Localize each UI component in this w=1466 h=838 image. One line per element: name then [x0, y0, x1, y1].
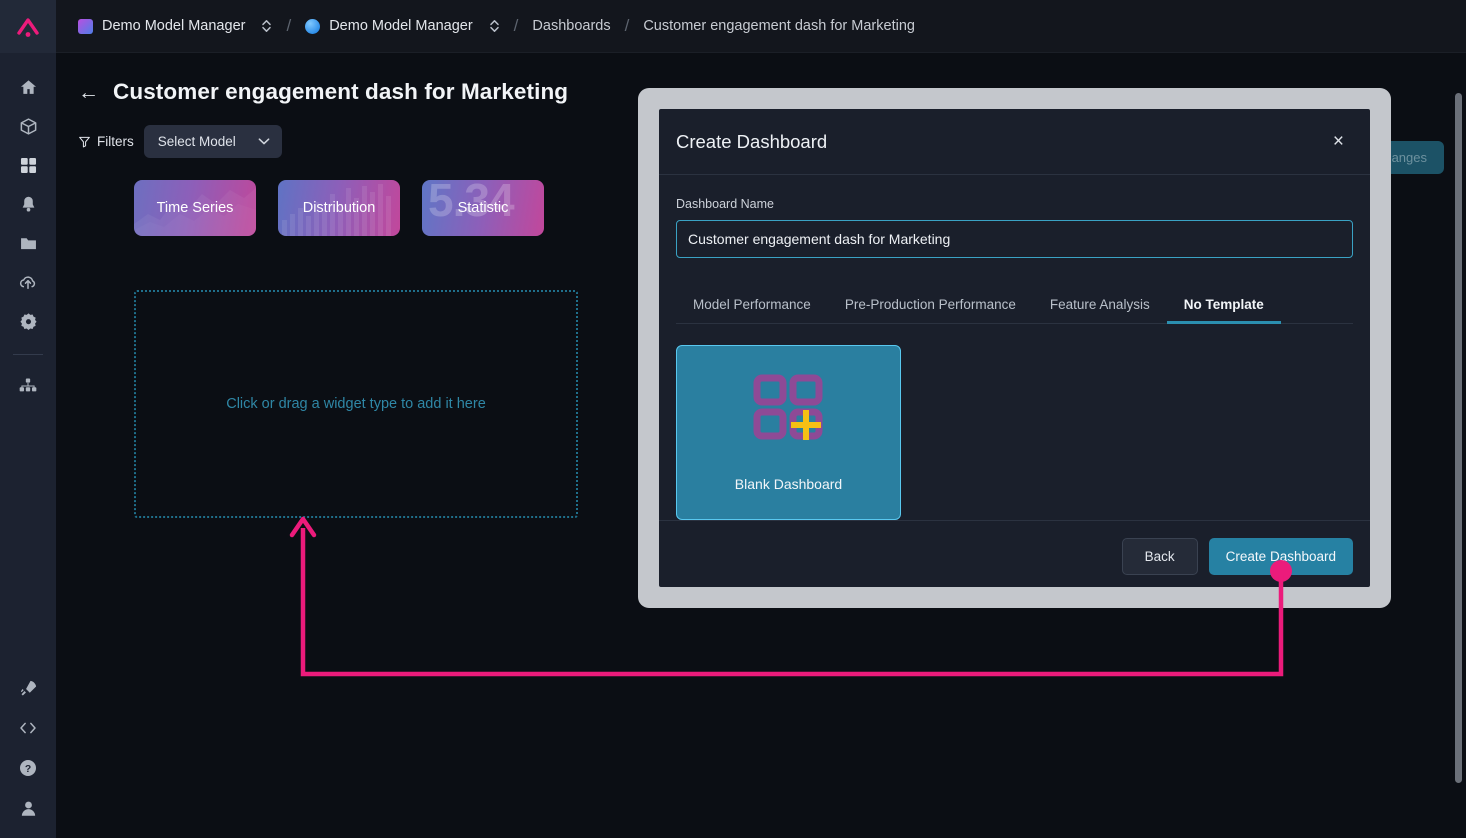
widget-type-distribution[interactable]: Distribution: [278, 180, 400, 236]
sidebar-item-account[interactable]: [11, 796, 45, 820]
template-card-label: Blank Dashboard: [735, 476, 842, 492]
template-tabs: Model Performance Pre-Production Perform…: [676, 291, 1353, 324]
sidebar-item-api[interactable]: [11, 716, 45, 740]
breadcrumb-workspace-label: Demo Model Manager: [102, 18, 245, 34]
back-arrow-icon[interactable]: ←: [78, 82, 99, 103]
project-color-swatch: [305, 19, 320, 34]
sidebar-item-monitors[interactable]: [11, 192, 45, 216]
blank-dashboard-icon: [752, 374, 826, 449]
sidebar-item-dashboards[interactable]: [11, 153, 45, 177]
modal-footer: Back Create Dashboard: [659, 520, 1370, 587]
breadcrumb-separator-3: /: [625, 16, 630, 36]
tab-pre-production-performance[interactable]: Pre-Production Performance: [828, 291, 1033, 324]
widget-type-time-series[interactable]: Time Series: [134, 180, 256, 236]
filters-toggle[interactable]: Filters: [78, 134, 134, 149]
modal-title: Create Dashboard: [676, 131, 827, 153]
breadcrumb-bar: Demo Model Manager / Demo Model Manager …: [56, 0, 1466, 53]
sidebar-item-settings[interactable]: [11, 309, 45, 333]
tab-feature-analysis[interactable]: Feature Analysis: [1033, 291, 1167, 324]
chevron-updown-icon-2[interactable]: [489, 18, 500, 34]
filters-label-text: Filters: [97, 134, 134, 149]
sidebar-item-tracing[interactable]: [11, 374, 45, 398]
widget-type-label: Statistic: [458, 200, 509, 216]
widget-type-label: Distribution: [303, 200, 376, 216]
breadcrumb-project-label: Demo Model Manager: [329, 18, 472, 34]
sidebar-item-datasets[interactable]: [11, 231, 45, 255]
sidebar-item-get-started[interactable]: [11, 676, 45, 700]
breadcrumb-workspace[interactable]: Demo Model Manager: [78, 18, 272, 34]
dropzone-label: Click or drag a widget type to add it he…: [226, 396, 486, 412]
vertical-scrollbar[interactable]: [1455, 93, 1462, 783]
create-dashboard-button[interactable]: Create Dashboard: [1209, 538, 1353, 575]
svg-text:?: ?: [25, 764, 31, 775]
rail-bottom-group: ?: [11, 676, 45, 820]
sidebar-item-uploads[interactable]: [11, 270, 45, 294]
rail-divider: [13, 354, 43, 355]
app-root: ? Demo Model Manager / Demo Model Manage…: [0, 0, 1466, 838]
close-icon[interactable]: ×: [1329, 128, 1348, 155]
sidebar-item-home[interactable]: [11, 75, 45, 99]
dashboard-name-label: Dashboard Name: [676, 197, 1353, 211]
sidebar-item-help[interactable]: ?: [11, 756, 45, 780]
chevron-down-icon: [258, 137, 270, 146]
widget-type-statistic[interactable]: 5.34 Statistic: [422, 180, 544, 236]
tab-no-template[interactable]: No Template: [1167, 291, 1281, 324]
create-dashboard-modal-frame: Create Dashboard × Dashboard Name Model …: [638, 88, 1391, 608]
create-dashboard-modal: Create Dashboard × Dashboard Name Model …: [659, 109, 1370, 587]
widget-type-label: Time Series: [157, 200, 234, 216]
modal-header: Create Dashboard ×: [659, 109, 1370, 175]
back-button[interactable]: Back: [1122, 538, 1198, 575]
template-grid: Blank Dashboard: [676, 324, 1353, 520]
filter-icon: [78, 135, 91, 148]
dashboard-name-input[interactable]: [676, 220, 1353, 258]
breadcrumb-current-label: Customer engagement dash for Marketing: [643, 18, 915, 34]
chevron-updown-icon[interactable]: [261, 18, 272, 34]
workspace-color-swatch: [78, 19, 93, 34]
select-model-dropdown[interactable]: Select Model: [144, 125, 282, 158]
template-card-blank-dashboard[interactable]: Blank Dashboard: [676, 345, 901, 520]
modal-body: Dashboard Name Model Performance Pre-Pro…: [659, 175, 1370, 520]
select-model-label: Select Model: [158, 134, 236, 149]
tab-model-performance[interactable]: Model Performance: [676, 291, 828, 324]
breadcrumb-project[interactable]: Demo Model Manager: [305, 18, 499, 34]
page-title: Customer engagement dash for Marketing: [113, 79, 568, 105]
rail-top-group: [11, 75, 45, 398]
left-nav-rail: ?: [0, 0, 56, 838]
widget-dropzone[interactable]: Click or drag a widget type to add it he…: [134, 290, 578, 518]
breadcrumb-separator-1: /: [286, 16, 291, 36]
sidebar-item-models[interactable]: [11, 114, 45, 138]
breadcrumb-separator-2: /: [514, 16, 519, 36]
app-logo[interactable]: [0, 0, 56, 53]
breadcrumb-section-label[interactable]: Dashboards: [532, 18, 610, 34]
